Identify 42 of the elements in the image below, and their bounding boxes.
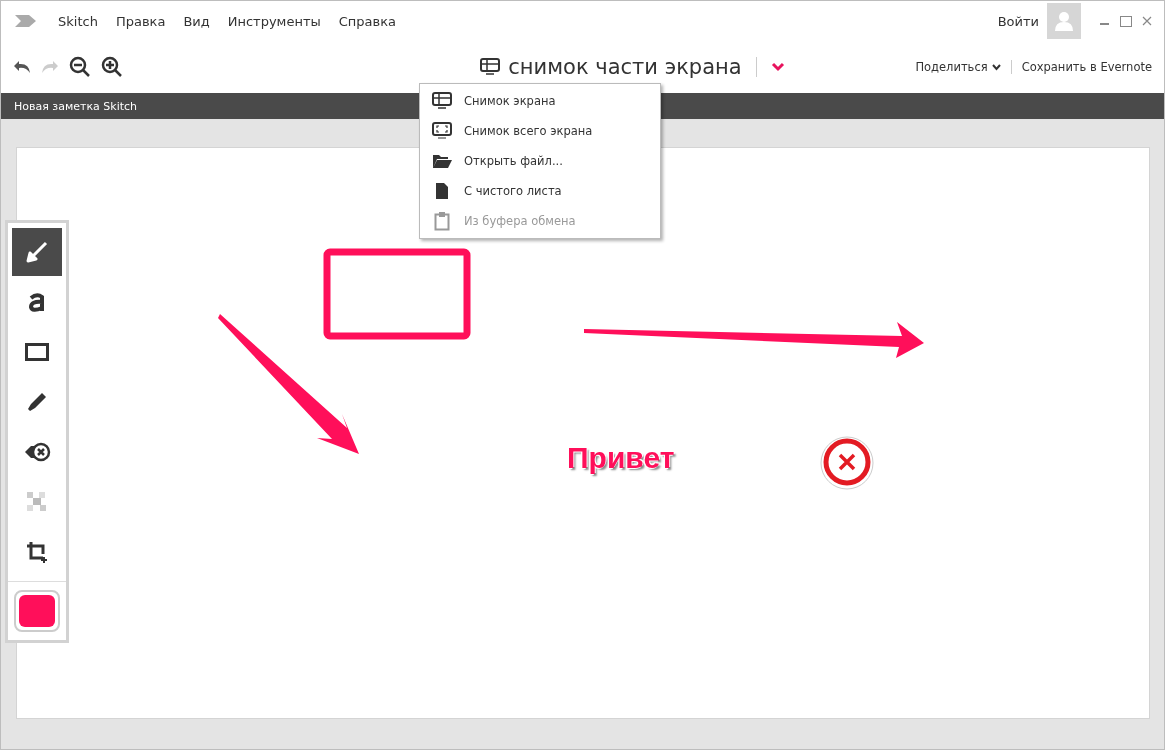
chevron-down-icon[interactable] xyxy=(770,62,785,72)
sign-in-link[interactable]: Войти xyxy=(997,13,1039,29)
marker-icon xyxy=(26,391,48,413)
arrow-annotation[interactable] xyxy=(218,314,359,454)
save-to-evernote-button[interactable]: Сохранить в Evernote xyxy=(1011,60,1152,74)
zoom-out-icon[interactable] xyxy=(69,56,91,78)
share-button[interactable]: Поделиться xyxy=(915,60,1012,74)
capture-mode-title[interactable]: снимок части экрана xyxy=(508,55,742,79)
menu-item[interactable]: Правка xyxy=(106,13,175,29)
menu-item[interactable]: Инструменты xyxy=(218,13,330,29)
tool-button[interactable] xyxy=(12,228,62,276)
close-icon[interactable] xyxy=(1142,16,1152,26)
note-title: Новая заметка Skitch xyxy=(14,99,138,113)
folder-icon xyxy=(432,153,452,169)
crop-icon xyxy=(26,541,48,563)
maximize-icon[interactable] xyxy=(1120,15,1132,27)
document-icon xyxy=(435,182,449,200)
letter-a-icon xyxy=(27,291,47,313)
menu-item[interactable]: С чистого листа xyxy=(420,176,660,206)
caret-icon xyxy=(991,63,1001,71)
text-annotation[interactable]: Привет xyxy=(567,441,675,475)
clipboard-icon xyxy=(434,211,450,231)
undo-icon[interactable] xyxy=(13,60,31,74)
arrow-icon xyxy=(26,241,48,263)
rectangle-annotation[interactable] xyxy=(323,248,471,340)
color-swatch[interactable] xyxy=(14,590,60,632)
monitor-icon xyxy=(480,58,501,76)
arrow-annotation[interactable] xyxy=(584,322,924,358)
zoom-in-icon[interactable] xyxy=(101,56,123,78)
error-mark-icon[interactable] xyxy=(820,436,874,490)
menu-item[interactable]: Снимок всего экрана xyxy=(420,116,660,146)
menu-item[interactable]: Снимок экрана xyxy=(420,86,660,116)
menu-item[interactable]: Открыть файл... xyxy=(420,146,660,176)
monitor-icon xyxy=(432,122,452,140)
menu-item[interactable]: Вид xyxy=(174,13,219,29)
monitor-icon xyxy=(432,92,452,110)
menu-item[interactable]: Справка xyxy=(329,13,406,29)
menu-item[interactable]: Skitch xyxy=(49,13,107,29)
stamp-x-icon xyxy=(23,442,51,462)
rectangle-icon xyxy=(25,343,49,361)
chevron-logo-icon xyxy=(15,15,37,27)
pixelate-icon xyxy=(27,492,47,512)
